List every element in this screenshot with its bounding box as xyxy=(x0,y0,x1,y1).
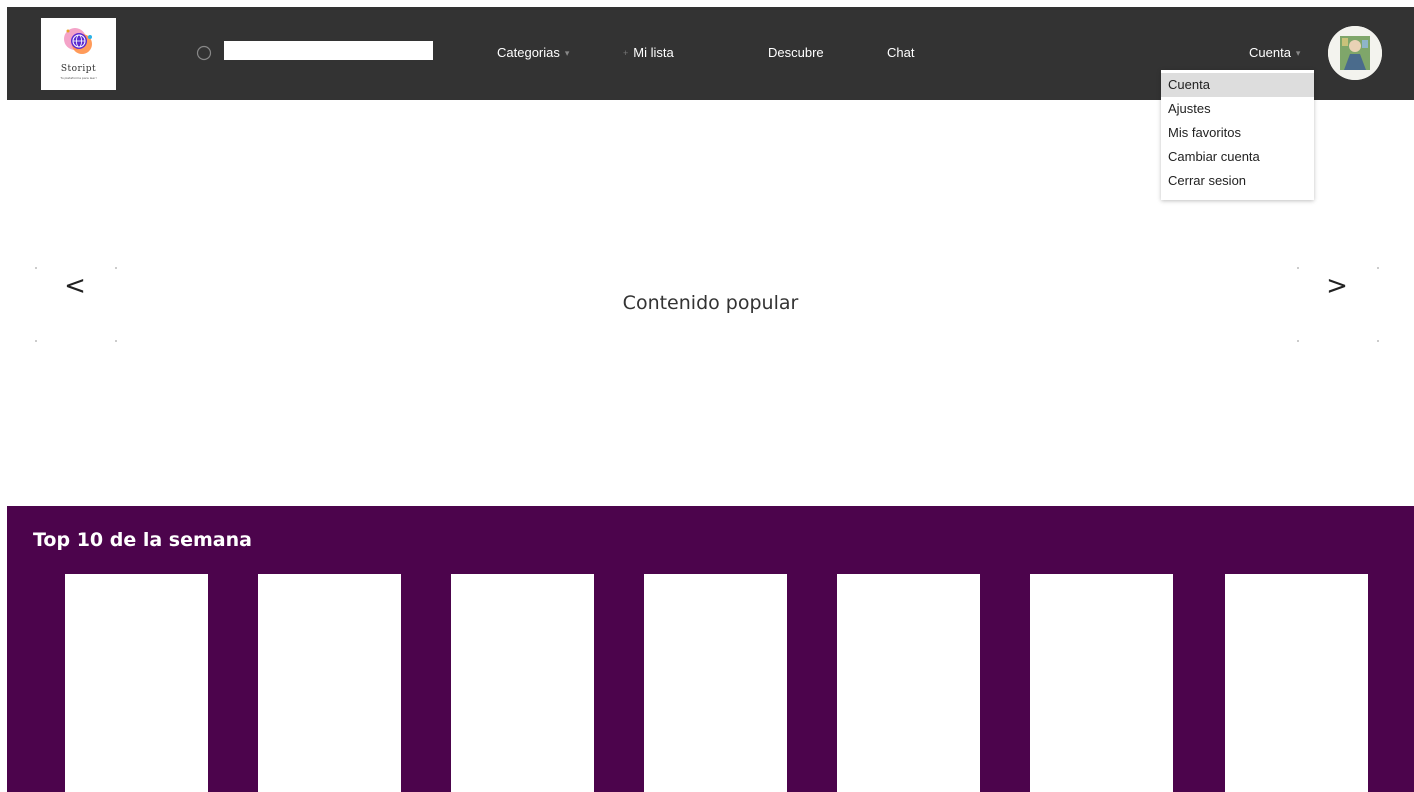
nav-my-list-label: Mi lista xyxy=(633,45,674,60)
nav-categories-label: Categorias xyxy=(497,45,560,60)
nav-discover[interactable]: Descubre xyxy=(768,45,824,60)
top10-card[interactable] xyxy=(258,574,401,792)
top10-card[interactable] xyxy=(837,574,980,792)
account-dropdown-menu: Cuenta Ajustes Mis favoritos Cambiar cue… xyxy=(1161,70,1314,200)
nav-my-list[interactable]: + Mi lista xyxy=(623,45,674,60)
logo-word: Stoript xyxy=(60,64,97,74)
corner-dot xyxy=(115,267,117,269)
logo-tagline: Tu plataforma para leer! xyxy=(60,76,97,80)
menu-item-account[interactable]: Cuenta xyxy=(1161,73,1314,97)
nav-categories[interactable]: Categorias ▾ xyxy=(497,45,569,60)
hero-title: Contenido popular xyxy=(622,292,799,314)
search-icon[interactable] xyxy=(195,44,213,62)
top10-card[interactable] xyxy=(1225,574,1368,792)
nav-account[interactable]: Cuenta ▾ xyxy=(1249,45,1300,60)
top10-card[interactable] xyxy=(1030,574,1173,792)
chevron-down-icon: ▾ xyxy=(1295,48,1301,58)
corner-dot xyxy=(1377,340,1379,342)
nav-chat[interactable]: Chat xyxy=(887,45,914,60)
nav-account-label: Cuenta xyxy=(1249,45,1291,60)
menu-item-settings[interactable]: Ajustes xyxy=(1161,97,1314,121)
globe-logo-icon xyxy=(64,28,92,54)
nav-discover-label: Descubre xyxy=(768,45,824,60)
corner-dot xyxy=(1377,267,1379,269)
corner-dot xyxy=(115,340,117,342)
logo[interactable]: Stoript Tu plataforma para leer! xyxy=(41,18,116,90)
plus-icon: + xyxy=(623,48,629,58)
carousel-next-button[interactable]: > xyxy=(1297,263,1377,343)
avatar[interactable] xyxy=(1328,26,1382,80)
app-frame: Stoript Tu plataforma para leer! Categor… xyxy=(7,7,1414,792)
avatar-image-icon xyxy=(1328,26,1382,80)
nav-chat-label: Chat xyxy=(887,45,915,60)
top10-title: Top 10 de la semana xyxy=(33,529,252,551)
menu-item-logout[interactable]: Cerrar sesion xyxy=(1161,169,1314,193)
top10-section: Top 10 de la semana xyxy=(7,506,1414,792)
menu-item-switch-account[interactable]: Cambiar cuenta xyxy=(1161,145,1314,169)
top10-card[interactable] xyxy=(451,574,594,792)
menu-item-favorites[interactable]: Mis favoritos xyxy=(1161,121,1314,145)
chevron-down-icon: ▾ xyxy=(564,48,570,58)
search-input[interactable] xyxy=(224,41,433,60)
top10-card[interactable] xyxy=(644,574,787,792)
top10-card[interactable] xyxy=(65,574,208,792)
